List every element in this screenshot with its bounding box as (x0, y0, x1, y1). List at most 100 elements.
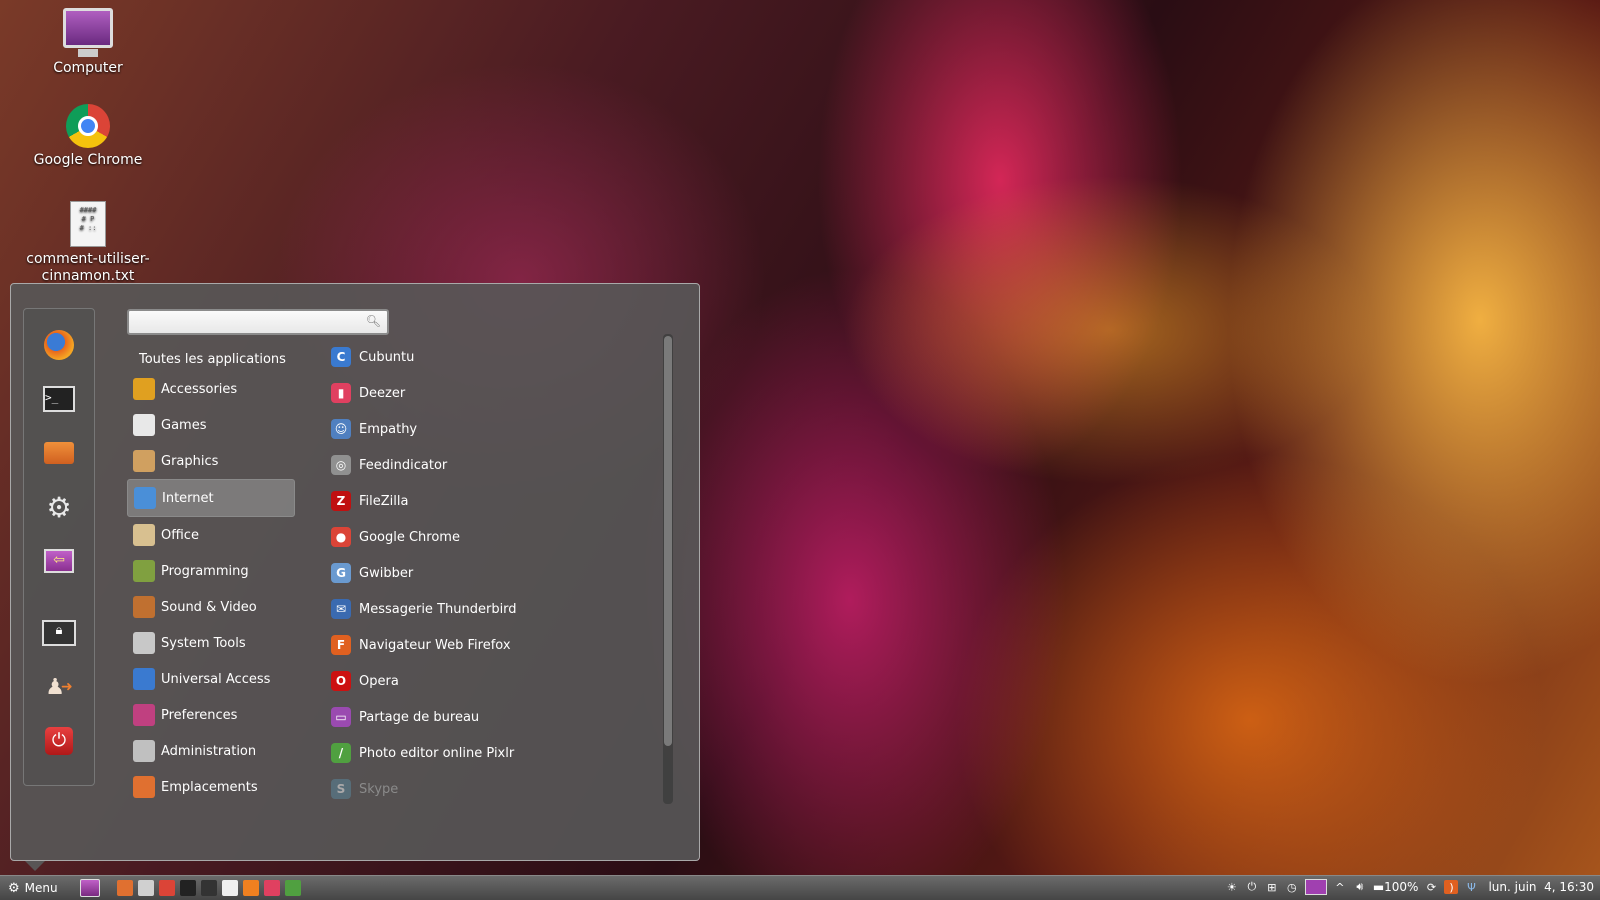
vlc-icon[interactable] (243, 880, 259, 896)
system-tray: ☀ ⏻ ⊞ ◷ ^ 🔊︎ ▬100% ⟳ ) Ψ lun. juin 4, 16… (1225, 879, 1594, 895)
search-input[interactable] (135, 311, 359, 334)
brightness-icon[interactable]: ☀ (1225, 880, 1239, 894)
screen-sharing-icon[interactable]: ⇦ (41, 543, 77, 579)
search-icon: 🔍︎ (365, 314, 381, 328)
category-internet[interactable]: Internet (127, 479, 295, 517)
screen-sharing-icon[interactable] (1304, 879, 1327, 895)
terminal-icon[interactable]: >_ (41, 381, 77, 417)
document-icon[interactable] (222, 880, 238, 896)
search-box[interactable]: 🔍︎ (127, 309, 389, 335)
update-icon[interactable]: ◷ (1285, 880, 1299, 894)
terminal-icon[interactable] (180, 880, 196, 896)
desktop-icon-text-file[interactable]: #### # P # :: comment-utiliser-cinnamon.tx… (24, 201, 152, 285)
app-icon: ☺ (331, 419, 351, 439)
volume-icon[interactable]: 🔊︎ (1353, 880, 1367, 894)
power-status-icon[interactable]: ⏻ (1245, 880, 1259, 894)
app-deezer[interactable]: ▮ Deezer (331, 375, 651, 411)
app-icon: Z (331, 491, 351, 511)
app-partage-de-bureau[interactable]: ▭ Partage de bureau (331, 699, 651, 735)
app-skype[interactable]: S Skype (331, 771, 651, 807)
app-label: Google Chrome (359, 529, 460, 545)
home-folder-icon[interactable] (41, 435, 77, 471)
app-label: Cubuntu (359, 349, 415, 365)
category-icon (133, 524, 155, 546)
category-icon (133, 596, 155, 618)
app-gwibber[interactable]: G Gwibber (331, 555, 651, 591)
rss-icon[interactable]: ) (1444, 880, 1459, 894)
app-cubuntu[interactable]: C Cubuntu (331, 339, 651, 375)
category-universal-access[interactable]: Universal Access (127, 661, 295, 697)
category-icon (133, 776, 155, 798)
application-menu: >_ ⚙ ⇦ 🔒︎ ♟ ➜ ⏻ 🔍︎ Toutes les application… (10, 283, 700, 871)
app-label: Deezer (359, 385, 406, 401)
category-programming[interactable]: Programming (127, 553, 295, 589)
pixlr-icon[interactable] (285, 880, 301, 896)
network-wired-icon[interactable]: ⊞ (1265, 880, 1279, 894)
app-label: Skype (359, 781, 399, 797)
deezer-icon[interactable] (264, 880, 280, 896)
category-administration[interactable]: Administration (127, 733, 295, 769)
files-icon[interactable] (117, 880, 133, 896)
category-emplacements[interactable]: Emplacements (127, 769, 295, 805)
app-label: Messagerie Thunderbird (359, 601, 517, 617)
category-graphics[interactable]: Graphics (127, 443, 295, 479)
battery-icon: ▬ (1372, 880, 1385, 894)
category-label: Administration (161, 743, 257, 759)
application-list-scrollbar[interactable] (663, 334, 673, 804)
app-filezilla[interactable]: Z FileZilla (331, 483, 651, 519)
all-applications-category[interactable]: Toutes les applications (139, 352, 286, 367)
app-google-chrome[interactable]: ● Google Chrome (331, 519, 651, 555)
chevron-up-icon[interactable]: ^ (1333, 880, 1347, 894)
app-photo-editor-online-pixlr[interactable]: / Photo editor online Pixlr (331, 735, 651, 771)
bottom-panel: ⚙ Menu ☀ ⏻ ⊞ ◷ ^ 🔊︎ ▬100% ⟳ ) Ψ lun. jui… (0, 875, 1600, 900)
desktop-icon-google-chrome[interactable]: Google Chrome (24, 104, 152, 168)
app-icon: ✉ (331, 599, 351, 619)
app-icon: ▮ (331, 383, 351, 403)
category-preferences[interactable]: Preferences (127, 697, 295, 733)
desktop-icon-label: Google Chrome (33, 152, 143, 168)
app-feedindicator[interactable]: ◎ Feedindicator (331, 447, 651, 483)
category-office[interactable]: Office (127, 517, 295, 553)
screenshot-icon[interactable] (201, 880, 217, 896)
menu-button[interactable]: ⚙ Menu (0, 881, 68, 896)
app-empathy[interactable]: ☺ Empathy (331, 411, 651, 447)
app-navigateur-web-firefox[interactable]: F Navigateur Web Firefox (331, 627, 651, 663)
firefox-icon[interactable] (41, 327, 77, 363)
app-label: Empathy (359, 421, 418, 437)
battery-percent: 100% (1384, 880, 1419, 894)
category-sound-video[interactable]: Sound & Video (127, 589, 295, 625)
category-games[interactable]: Games (127, 407, 295, 443)
category-label: Internet (162, 490, 214, 506)
scrollbar-thumb[interactable] (664, 336, 672, 746)
category-icon (133, 560, 155, 582)
category-accessories[interactable]: Accessories (127, 371, 295, 407)
sync-icon[interactable]: ⟳ (1424, 880, 1438, 894)
app-icon: S (331, 779, 351, 799)
category-icon (133, 740, 155, 762)
logout-icon[interactable]: ♟ ➜ (41, 669, 77, 705)
wireless-icon[interactable]: Ψ (1464, 880, 1478, 894)
category-system-tools[interactable]: System Tools (127, 625, 295, 661)
app-label: Photo editor online Pixlr (359, 745, 515, 761)
chrome-icon[interactable] (159, 880, 175, 896)
desktop-icon-computer[interactable]: Computer (24, 8, 152, 76)
app-label: Gwibber (359, 565, 414, 581)
category-icon (133, 632, 155, 654)
power-icon[interactable]: ⏻ (41, 723, 77, 759)
app-icon: F (331, 635, 351, 655)
settings-icon[interactable]: ⚙ (41, 489, 77, 525)
app-label: Opera (359, 673, 399, 689)
app-label: FileZilla (359, 493, 409, 509)
app-label: Navigateur Web Firefox (359, 637, 511, 653)
app-opera[interactable]: O Opera (331, 663, 651, 699)
settings-icon[interactable] (138, 880, 154, 896)
category-label: Office (161, 527, 199, 543)
battery-status[interactable]: ▬100% (1373, 880, 1419, 894)
app-messagerie-thunderbird[interactable]: ✉ Messagerie Thunderbird (331, 591, 651, 627)
desktop-icon-label: Computer (53, 60, 123, 76)
app-label: Partage de bureau (359, 709, 480, 725)
clock[interactable]: lun. juin 4, 16:30 (1488, 880, 1594, 894)
google-chrome-icon (66, 104, 110, 148)
lock-screen-icon[interactable]: 🔒︎ (41, 615, 77, 651)
show-desktop-icon[interactable] (80, 879, 100, 897)
